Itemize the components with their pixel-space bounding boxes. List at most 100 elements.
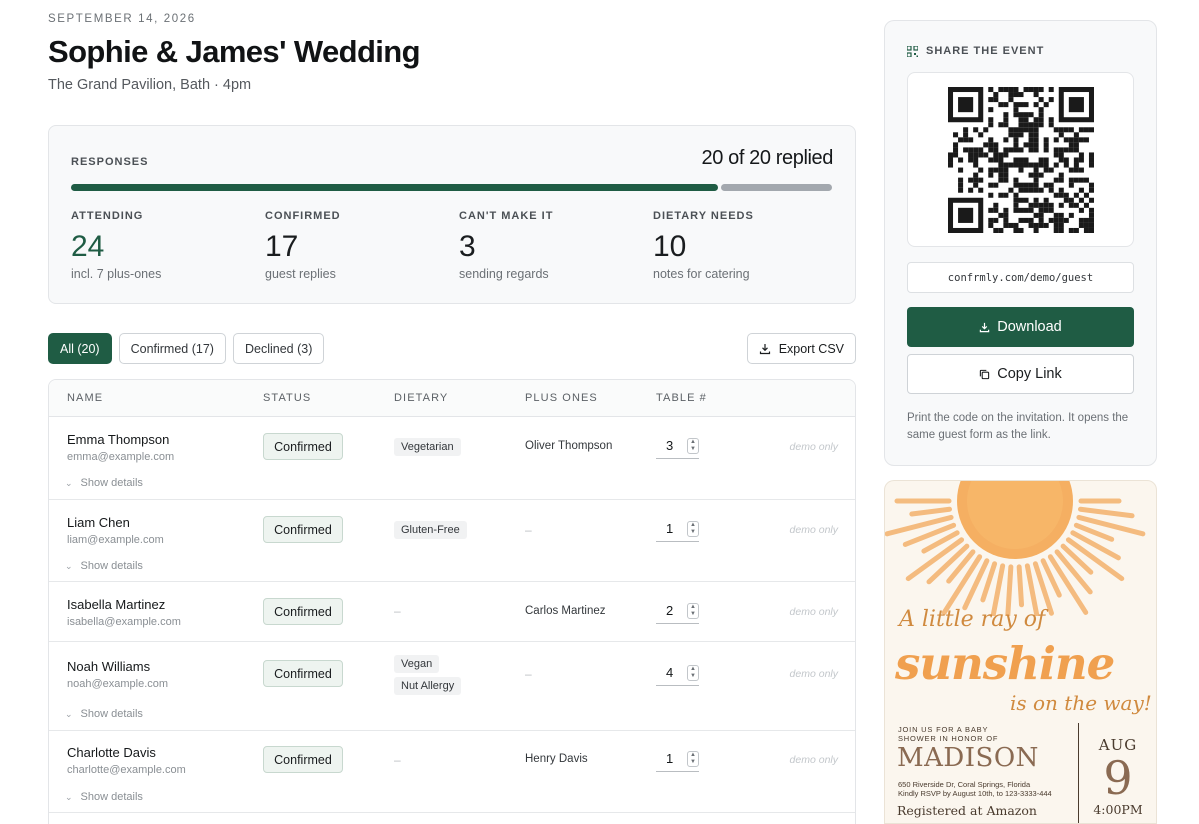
show-details-toggle[interactable]: ⌄ Show details (65, 791, 143, 803)
invitation-divider (1078, 723, 1079, 823)
stat-declined: CAN'T MAKE IT 3 sending regards (459, 210, 553, 281)
table-number: 3 (666, 438, 674, 453)
download-button[interactable]: Download (907, 307, 1134, 347)
chevron-down-icon: ⌄ (65, 560, 73, 571)
invitation-preview: A little ray of sunshine is on the way! … (884, 480, 1157, 824)
invitation-line-3: is on the way! (1010, 691, 1152, 715)
status-badge: Confirmed (263, 598, 343, 625)
table-number: 1 (666, 751, 674, 766)
stat-confirmed: CONFIRMED 17 guest replies (265, 210, 341, 281)
table-number: 1 (666, 521, 674, 536)
responses-count: 20 of 20 replied (701, 147, 834, 169)
guest-name: Liam Chen (67, 515, 130, 530)
table-row: Emma Thompson emma@example.com Confirmed… (49, 417, 855, 500)
invitation-registry: Registered at Amazon (897, 803, 1037, 818)
table-number-stepper[interactable]: 4 ▲ ▼ (656, 660, 699, 686)
invitation-line-2: sunshine (895, 637, 1115, 690)
status-badge: Confirmed (263, 433, 343, 460)
demo-note: demo only (789, 524, 838, 536)
stat-sub: incl. 7 plus-ones (71, 267, 162, 281)
table-row: Charlotte Davis charlotte@example.com Co… (49, 731, 855, 813)
guest-email: emma@example.com (67, 451, 175, 463)
guest-email: noah@example.com (67, 678, 169, 690)
plus-one-empty: – (525, 667, 532, 681)
dietary-empty: – (394, 604, 401, 618)
filter-tabs: All (20) Confirmed (17) Declined (3) (48, 333, 325, 364)
qr-code-image (947, 86, 1094, 233)
table-number-stepper[interactable]: 1 ▲ ▼ (656, 516, 699, 542)
status-badge: Confirmed (263, 516, 343, 543)
copy-link-button[interactable]: Copy Link (907, 354, 1134, 394)
chevron-down-icon: ⌄ (65, 791, 73, 802)
col-name: NAME (67, 392, 104, 404)
stat-value: 24 (71, 230, 105, 263)
progress-remaining (720, 184, 832, 191)
show-details-toggle[interactable]: ⌄ Show details (65, 477, 143, 489)
stat-label: DIETARY NEEDS (653, 210, 754, 222)
guest-email: charlotte@example.com (67, 764, 186, 776)
updown-icon[interactable]: ▲ ▼ (687, 664, 699, 681)
stat-label: CAN'T MAKE IT (459, 210, 554, 222)
download-icon (980, 322, 990, 332)
table-row: Liam Chen liam@example.com Confirmed Glu… (49, 500, 855, 582)
invitation-honoree: MADISON (897, 743, 1039, 773)
stat-sub: guest replies (265, 267, 336, 281)
qr-icon (907, 45, 918, 57)
col-table: TABLE # (656, 392, 707, 404)
filter-confirmed[interactable]: Confirmed (17) (118, 333, 226, 364)
stat-sub: notes for catering (653, 267, 750, 281)
stat-label: ATTENDING (71, 210, 144, 222)
stat-label: CONFIRMED (265, 210, 341, 222)
responses-panel: RESPONSES 20 of 20 replied ATTENDING 24 … (48, 125, 856, 304)
demo-note: demo only (789, 668, 838, 680)
table-number-stepper[interactable]: 1 ▲ ▼ (656, 746, 699, 772)
filter-declined[interactable]: Declined (3) (232, 333, 325, 364)
invitation-time: 4:00PM (1093, 802, 1143, 817)
show-details-toggle[interactable]: ⌄ Show details (65, 708, 143, 720)
qr-code (907, 72, 1134, 247)
stat-value: 17 (265, 230, 299, 263)
table-number: 4 (666, 665, 674, 680)
table-number-stepper[interactable]: 2 ▲ ▼ (656, 598, 699, 624)
chevron-down-icon: ⌄ (65, 477, 73, 488)
updown-icon[interactable]: ▲ ▼ (687, 750, 699, 767)
guest-table: NAME STATUS DIETARY PLUS ONES TABLE # Em… (48, 379, 856, 824)
invitation-address: 650 Riverside Dr, Coral Springs, Florida… (898, 780, 1052, 798)
table-row: Noah Williams noah@example.com Confirmed… (49, 642, 855, 731)
dietary-empty: – (394, 753, 401, 767)
invitation-join: JOIN US FOR A BABY SHOWER IN HONOR OF (898, 725, 999, 743)
plus-one: Henry Davis (525, 753, 588, 765)
export-csv-button[interactable]: Export CSV (746, 333, 856, 364)
col-dietary: DIETARY (394, 392, 449, 404)
share-url-field[interactable]: confrmly.com/demo/guest (907, 262, 1134, 293)
export-label: Export CSV (778, 341, 844, 356)
share-hint: Print the code on the invitation. It ope… (907, 412, 1129, 441)
guest-name: Charlotte Davis (67, 745, 156, 760)
invitation-line-1: A little ray of (899, 607, 1046, 632)
table-number: 2 (666, 603, 674, 618)
table-row: Isabella Martinez isabella@example.com C… (49, 582, 855, 642)
updown-icon[interactable]: ▲ ▼ (687, 520, 699, 537)
invitation-day: 9 (1103, 751, 1133, 805)
stat-dietary: DIETARY NEEDS 10 notes for catering (653, 210, 754, 281)
plus-one: Carlos Martinez (525, 605, 606, 617)
responses-progress-bar (71, 184, 832, 191)
show-details-toggle[interactable]: ⌄ Show details (65, 560, 143, 572)
dietary-tag: Nut Allergy (394, 677, 462, 695)
stat-value: 3 (459, 230, 476, 263)
demo-note: demo only (789, 441, 838, 453)
updown-icon[interactable]: ▲ ▼ (687, 602, 699, 619)
stat-sub: sending regards (459, 267, 549, 281)
progress-fill (71, 184, 718, 191)
page-title: Sophie & James' Wedding (48, 34, 421, 69)
updown-icon[interactable]: ▲ ▼ (687, 437, 699, 454)
filter-all[interactable]: All (20) (48, 333, 112, 364)
invitation-address-line: 650 Riverside Dr, Coral Springs, Florida (898, 780, 1031, 789)
plus-one-empty: – (525, 523, 532, 537)
stat-value: 10 (653, 230, 687, 263)
share-panel: SHARE THE EVENT confrmly.com/demo/guest … (884, 20, 1157, 466)
plus-one: Oliver Thompson (525, 440, 613, 452)
table-number-stepper[interactable]: 3 ▲ ▼ (656, 433, 699, 459)
col-status: STATUS (263, 392, 312, 404)
status-badge: Confirmed (263, 660, 343, 687)
